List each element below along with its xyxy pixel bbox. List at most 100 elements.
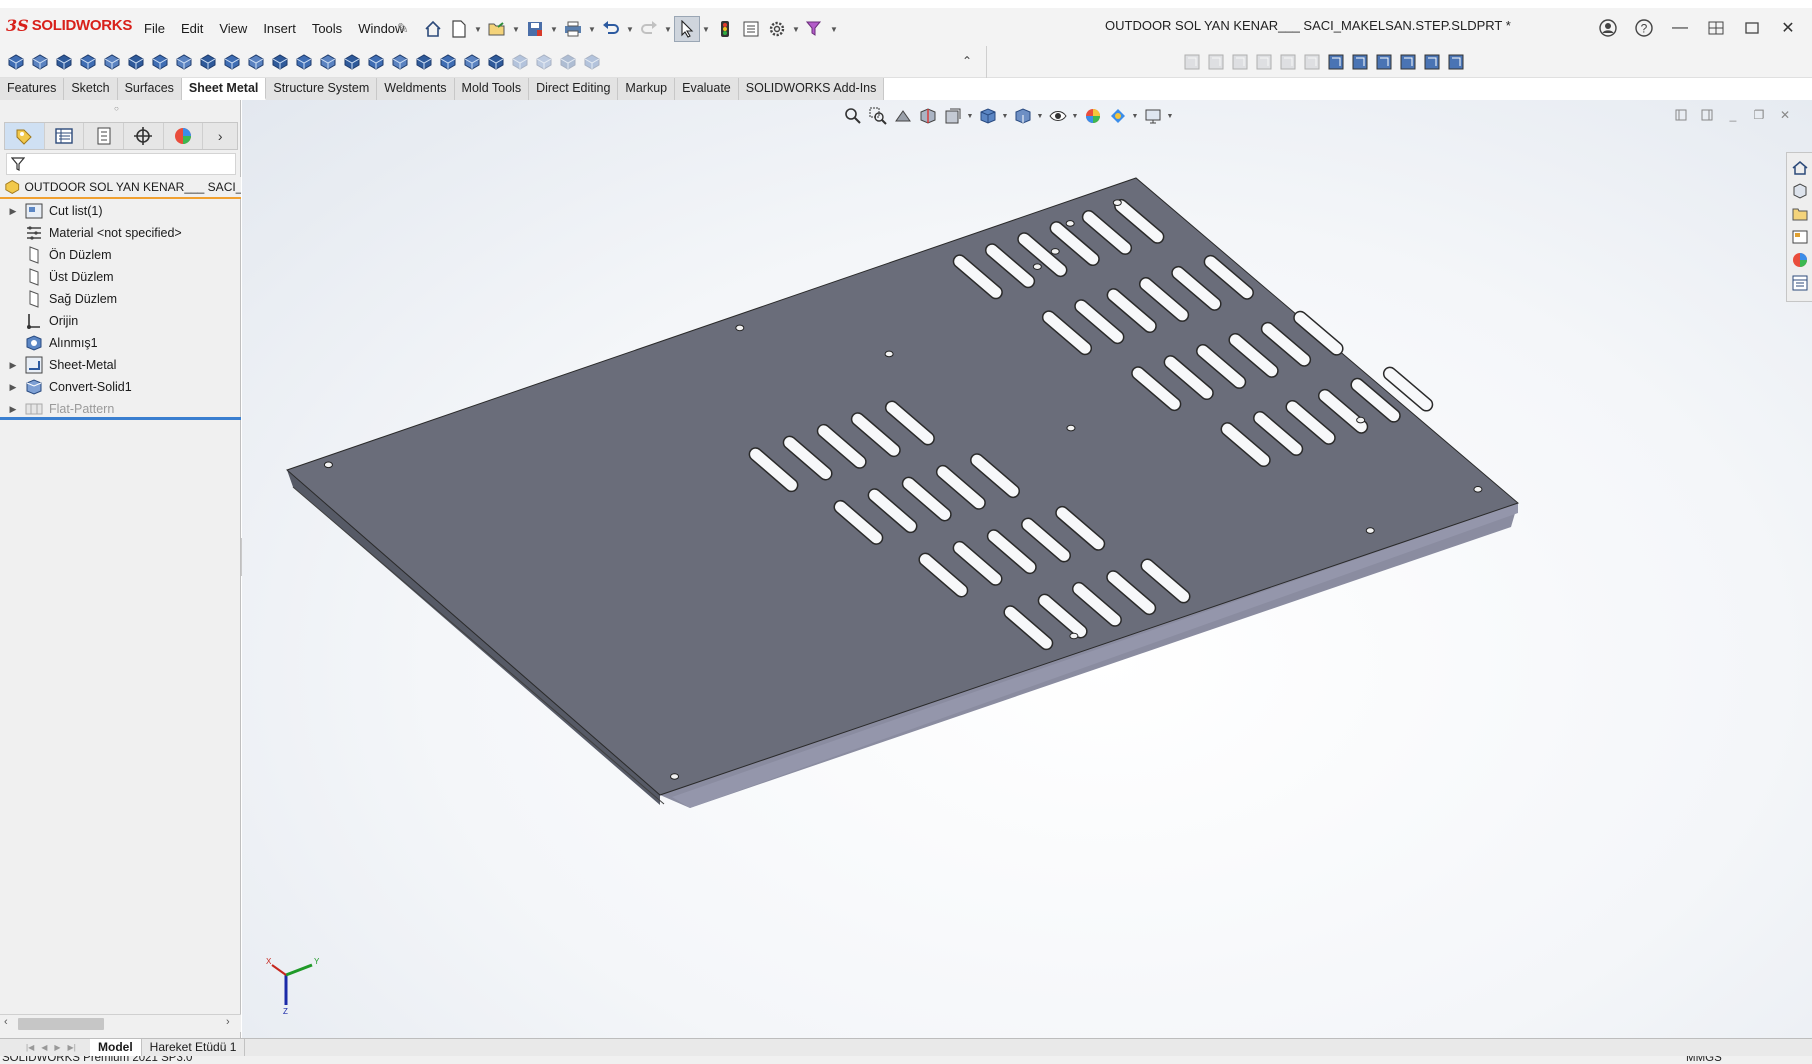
miter-flange-icon[interactable] (100, 49, 124, 75)
dimxpert-tab-icon[interactable] (124, 123, 164, 149)
corners-icon[interactable] (220, 49, 244, 75)
solid-to-sheet-icon[interactable] (556, 49, 580, 75)
open-dropdown-icon[interactable]: ▼ (510, 16, 522, 42)
gusset-icon[interactable] (508, 49, 532, 75)
tab-weldments[interactable]: Weldments (377, 78, 455, 100)
convert-to-sheet-metal-icon[interactable] (28, 49, 52, 75)
display-style-icon[interactable] (1010, 103, 1035, 129)
minimize-icon[interactable]: — (1662, 14, 1698, 42)
file-explorer-icon[interactable] (1789, 202, 1811, 225)
menu-edit[interactable]: Edit (173, 18, 211, 40)
display-manager-tab-icon[interactable] (164, 123, 204, 149)
save-icon[interactable] (522, 16, 548, 42)
boundary-box-icon[interactable] (1444, 49, 1468, 75)
view-settings-dropdown-icon[interactable]: ▼ (1165, 113, 1175, 120)
scene-dropdown-icon[interactable]: ▼ (1130, 113, 1140, 120)
next-tab-icon[interactable]: ▶ (54, 1043, 60, 1052)
jog-icon[interactable] (148, 49, 172, 75)
expand-arrow-icon[interactable]: ▶ (6, 404, 20, 415)
display-style-dropdown-icon[interactable]: ▼ (1000, 113, 1010, 120)
redo-dropdown-icon[interactable]: ▼ (662, 16, 674, 42)
feature-manager-tab-icon[interactable] (5, 123, 45, 149)
menu-file[interactable]: File (136, 18, 173, 40)
configuration-manager-tab-icon[interactable] (84, 123, 124, 149)
panel-grip-icon[interactable]: ○ (114, 104, 119, 113)
unfold-icon[interactable] (340, 49, 364, 75)
sheet-metal-part-model[interactable] (242, 100, 1812, 1038)
print-icon[interactable] (560, 16, 586, 42)
viewport-restore-icon[interactable]: ❐ (1746, 106, 1772, 124)
hem-icon[interactable] (124, 49, 148, 75)
viewport-left-pane-icon[interactable] (1668, 106, 1694, 124)
print-dropdown-icon[interactable]: ▼ (586, 16, 598, 42)
viewport-minimize-icon[interactable]: _ (1720, 106, 1746, 124)
forming-tool-icon[interactable] (244, 49, 268, 75)
zoom-to-area-icon[interactable] (865, 103, 890, 129)
tab-motion-study[interactable]: Hareket Etüdü 1 (142, 1039, 246, 1056)
options-dropdown-icon[interactable]: ▼ (790, 16, 802, 42)
break-corner-icon[interactable] (1252, 49, 1276, 75)
expand-arrow-icon[interactable]: ▶ (6, 382, 20, 393)
tab-features[interactable]: Features (0, 78, 65, 100)
corner-trim-icon[interactable] (1180, 49, 1204, 75)
tree-item-cut-list-1[interactable]: ▶ Cut list(1) (0, 200, 241, 222)
flatten-icon[interactable] (388, 49, 412, 75)
part-properties-icon[interactable] (1396, 49, 1420, 75)
solidworks-resources-icon[interactable] (1789, 156, 1811, 179)
redo-icon[interactable] (636, 16, 662, 42)
hide-show-items-icon[interactable] (1045, 103, 1070, 129)
tab-surfaces[interactable]: Surfaces (117, 78, 182, 100)
selection-filter-icon[interactable] (802, 16, 828, 42)
tree-item-n-d-zlem[interactable]: Ön Düzlem (0, 244, 241, 266)
design-table-icon[interactable] (1372, 49, 1396, 75)
graphics-area[interactable]: ▼ ▼ ▼ ▼ ▼ ▼ _ ❐ ✕ X Y Z (242, 100, 1812, 1038)
open-icon[interactable] (484, 16, 510, 42)
edit-appearance-icon[interactable] (1080, 103, 1105, 129)
menu-insert[interactable]: Insert (255, 18, 304, 40)
simple-hole-icon[interactable] (292, 49, 316, 75)
tile-windows-icon[interactable] (1698, 14, 1734, 42)
last-tab-icon[interactable]: ▶| (68, 1043, 76, 1052)
prev-tab-icon[interactable]: ◀ (41, 1043, 47, 1052)
sketched-bend-icon[interactable] (172, 49, 196, 75)
sheet-metal-gusset-icon[interactable] (580, 49, 604, 75)
filter-dropdown-icon[interactable]: ▼ (828, 16, 840, 42)
menu-tools[interactable]: Tools (304, 18, 350, 40)
part-root-node[interactable]: OUTDOOR SOL YAN KENAR___ SACI_MA (0, 177, 241, 199)
user-account-icon[interactable] (1590, 14, 1626, 42)
new-document-icon[interactable] (446, 16, 472, 42)
tree-item-orijin[interactable]: Orijin (0, 310, 241, 332)
custom-properties-icon[interactable] (1789, 271, 1811, 294)
expand-arrow-icon[interactable]: ▶ (6, 360, 20, 371)
cut-list-icon[interactable] (1420, 49, 1444, 75)
previous-view-icon[interactable] (890, 103, 915, 129)
tab-mold-tools[interactable]: Mold Tools (454, 78, 530, 100)
sheet-metal-properties-icon[interactable] (1324, 49, 1348, 75)
fold-icon[interactable] (364, 49, 388, 75)
new-dropdown-icon[interactable]: ▼ (472, 16, 484, 42)
edge-flange-icon[interactable] (76, 49, 100, 75)
no-bends-icon[interactable] (412, 49, 436, 75)
tab-evaluate[interactable]: Evaluate (675, 78, 739, 100)
zoom-to-fit-icon[interactable] (840, 103, 865, 129)
vent-icon[interactable] (316, 49, 340, 75)
appearances-scenes-icon[interactable] (1789, 248, 1811, 271)
sheet-metal-feature-icon[interactable] (532, 49, 556, 75)
tab-sheet-metal[interactable]: Sheet Metal (181, 78, 267, 100)
view-orientation-dropdown-icon[interactable]: ▼ (965, 113, 975, 120)
panel-horizontal-scrollbar[interactable]: ‹ › (0, 1014, 241, 1032)
scroll-right-icon[interactable]: › (226, 1016, 230, 1028)
close-icon[interactable]: ✕ (1770, 14, 1806, 42)
tree-item-material-not-specified[interactable]: Material <not specified> (0, 222, 241, 244)
rebuild-icon[interactable] (712, 16, 738, 42)
tab-slot-icon[interactable] (484, 49, 508, 75)
pin-menu-icon[interactable]: ✎ (397, 20, 409, 37)
view-palette-icon[interactable] (1789, 225, 1811, 248)
face-export-icon[interactable] (1348, 49, 1372, 75)
viewport-right-pane-icon[interactable] (1694, 106, 1720, 124)
view-orientation-icon[interactable] (975, 103, 1000, 129)
section-view-icon[interactable] (915, 103, 940, 129)
file-properties-icon[interactable] (738, 16, 764, 42)
home-icon[interactable] (420, 16, 446, 42)
tree-item-sheet-metal[interactable]: ▶ Sheet-Metal (0, 354, 241, 376)
